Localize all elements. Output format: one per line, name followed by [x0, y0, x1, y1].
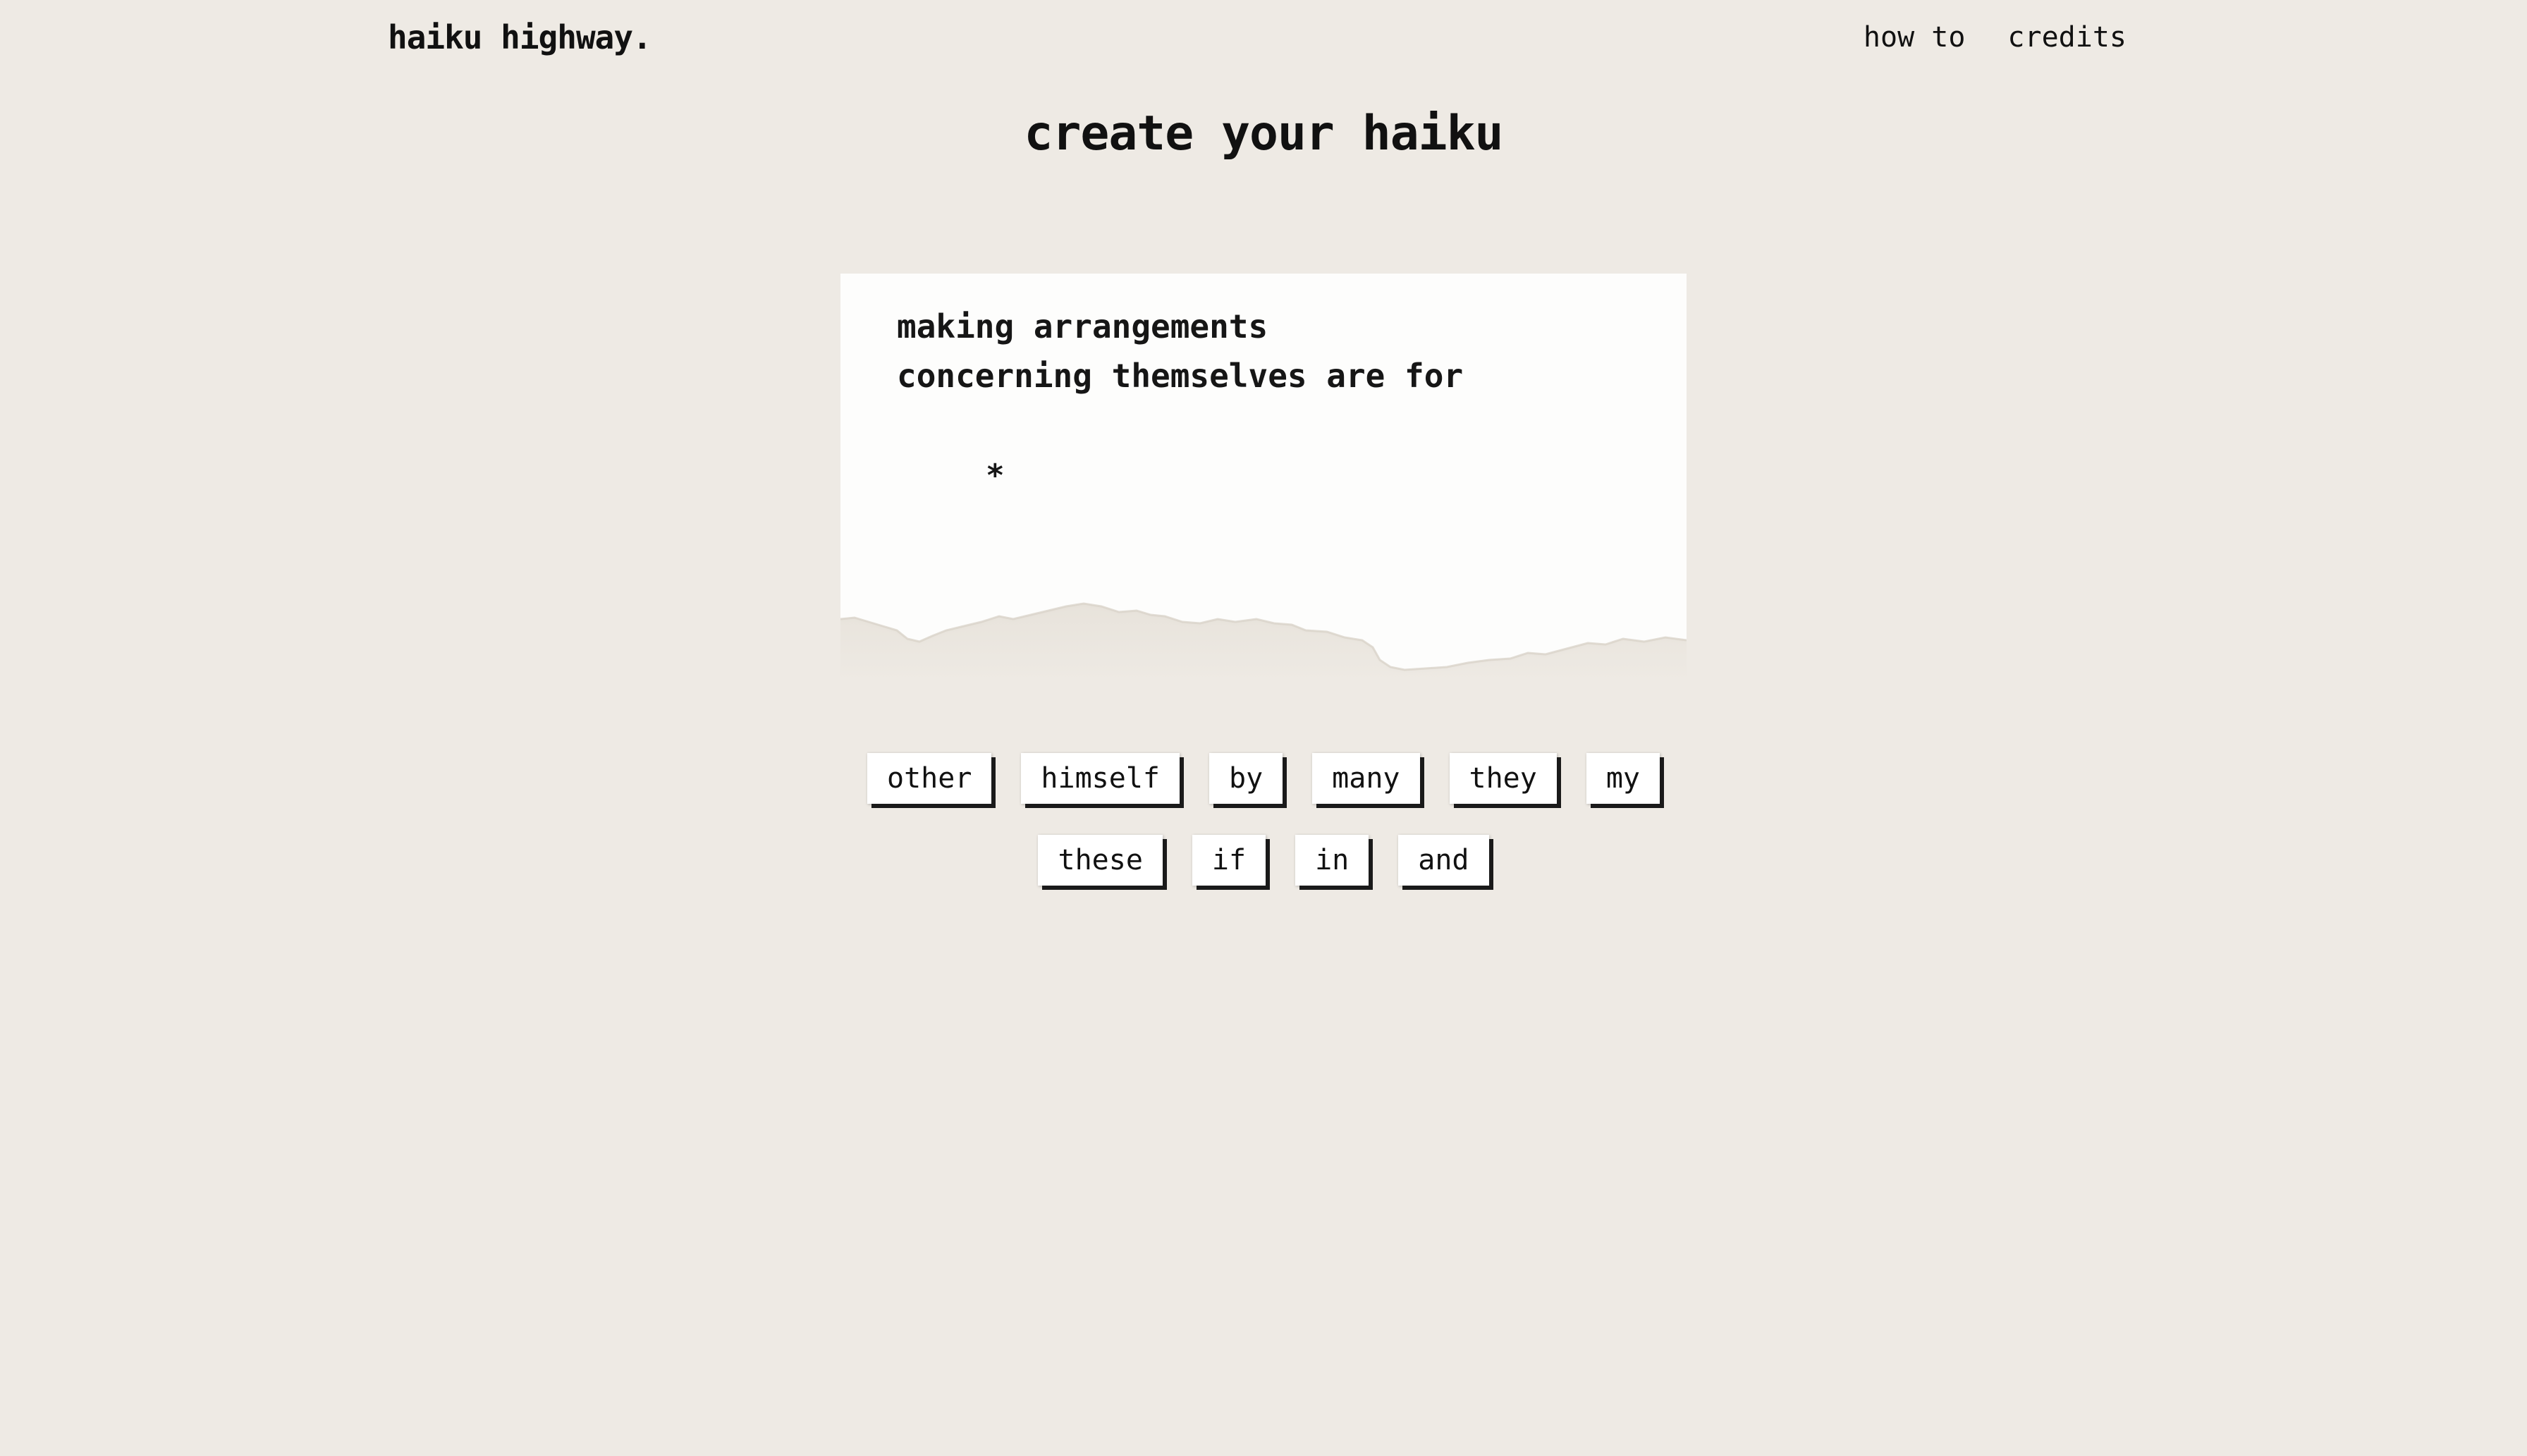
haiku-line-2: concerning themselves are for	[897, 357, 1464, 395]
word-tile-these[interactable]: these	[1038, 835, 1163, 886]
haiku-text: making arrangements concerning themselve…	[840, 302, 1687, 494]
word-tile-many[interactable]: many	[1312, 753, 1420, 804]
word-tile-in[interactable]: in	[1295, 835, 1369, 886]
top-bar: haiku highway. how to credits	[388, 13, 2139, 62]
word-tile-himself[interactable]: himself	[1021, 753, 1180, 804]
cursor-asterisk-icon: *	[986, 458, 1005, 494]
word-tiles-row-1: other himself by many they my	[0, 753, 2527, 804]
nav-link-how-to[interactable]: how to	[1864, 21, 1966, 54]
page-title: create your haiku	[1024, 106, 1504, 161]
haiku-paper[interactable]: making arrangements concerning themselve…	[840, 274, 1687, 683]
word-tile-they[interactable]: they	[1449, 753, 1557, 804]
word-tile-and[interactable]: and	[1398, 835, 1489, 886]
haiku-line-3[interactable]: *	[840, 400, 1687, 494]
word-tile-by[interactable]: by	[1209, 753, 1283, 804]
site-logo[interactable]: haiku highway.	[388, 18, 652, 56]
nav-link-credits[interactable]: credits	[2007, 21, 2127, 54]
word-tile-my[interactable]: my	[1586, 753, 1660, 804]
main-nav: how to credits	[1864, 21, 2127, 54]
word-tile-if[interactable]: if	[1192, 835, 1266, 886]
word-tiles-row-2: these if in and	[0, 835, 2527, 886]
word-tile-other[interactable]: other	[867, 753, 992, 804]
haiku-line-1: making arrangements	[897, 307, 1268, 345]
